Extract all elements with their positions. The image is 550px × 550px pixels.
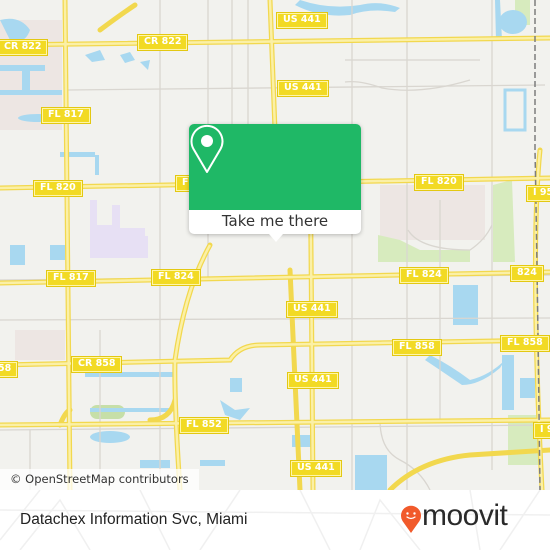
road-shield-cr822: CR 822 bbox=[136, 34, 189, 51]
road-shield-i95: I 9 bbox=[532, 422, 550, 439]
popup-header bbox=[189, 124, 361, 210]
map-attribution[interactable]: © OpenStreetMap contributors bbox=[0, 469, 199, 490]
footer-bar: Datachex Information Svc, Miami moovit bbox=[0, 490, 550, 550]
road-shield-fl824: 824 bbox=[510, 265, 544, 282]
road-shield-cr822: CR 822 bbox=[0, 39, 49, 56]
road-shield-us441: US 441 bbox=[290, 460, 342, 477]
road-shield-fl858: FL 858 bbox=[392, 339, 442, 356]
road-shield-fl820: FL 820 bbox=[414, 174, 464, 191]
road-shield-us441: US 441 bbox=[286, 301, 338, 318]
map[interactable]: CR 822 CR 822 US 441 US 441 FL 817 FL 82… bbox=[0, 0, 550, 490]
road-shield-us441: US 441 bbox=[277, 80, 329, 97]
map-canvas bbox=[0, 0, 550, 490]
road-shield-cr858: CR 858 bbox=[70, 356, 123, 373]
road-shield-fl852: FL 852 bbox=[179, 417, 229, 434]
road-shield-us441: US 441 bbox=[287, 372, 339, 389]
built-area bbox=[15, 330, 65, 360]
water-bodies bbox=[0, 0, 535, 490]
take-me-there-button[interactable]: Take me there bbox=[189, 210, 361, 234]
major-roads bbox=[0, 0, 550, 490]
location-pin-icon bbox=[190, 124, 224, 173]
road-shield-fl824: FL 824 bbox=[151, 269, 201, 286]
park bbox=[493, 180, 515, 262]
built-area bbox=[380, 185, 485, 240]
road-shield-cr858: 58 bbox=[0, 361, 19, 378]
road-shield-fl817: FL 817 bbox=[46, 270, 96, 287]
moovit-wordmark: moovit bbox=[422, 499, 508, 532]
place-name: Datachex Information Svc, Miami bbox=[20, 511, 248, 528]
road-shield-fl858: FL 858 bbox=[500, 335, 550, 352]
moovit-logo[interactable]: moovit bbox=[400, 499, 540, 536]
location-popup: Take me there bbox=[189, 124, 361, 242]
road-shield-fl820: FL 820 bbox=[33, 180, 83, 197]
road-shield-fl817: FL 817 bbox=[41, 107, 91, 124]
moovit-pin-icon bbox=[401, 505, 421, 533]
road-shield-us441: US 441 bbox=[276, 12, 328, 29]
road-shield-fl824: FL 824 bbox=[399, 267, 449, 284]
popup-pointer bbox=[269, 234, 283, 242]
airport bbox=[90, 200, 148, 258]
road-shield-i95: I 95 bbox=[525, 185, 550, 202]
